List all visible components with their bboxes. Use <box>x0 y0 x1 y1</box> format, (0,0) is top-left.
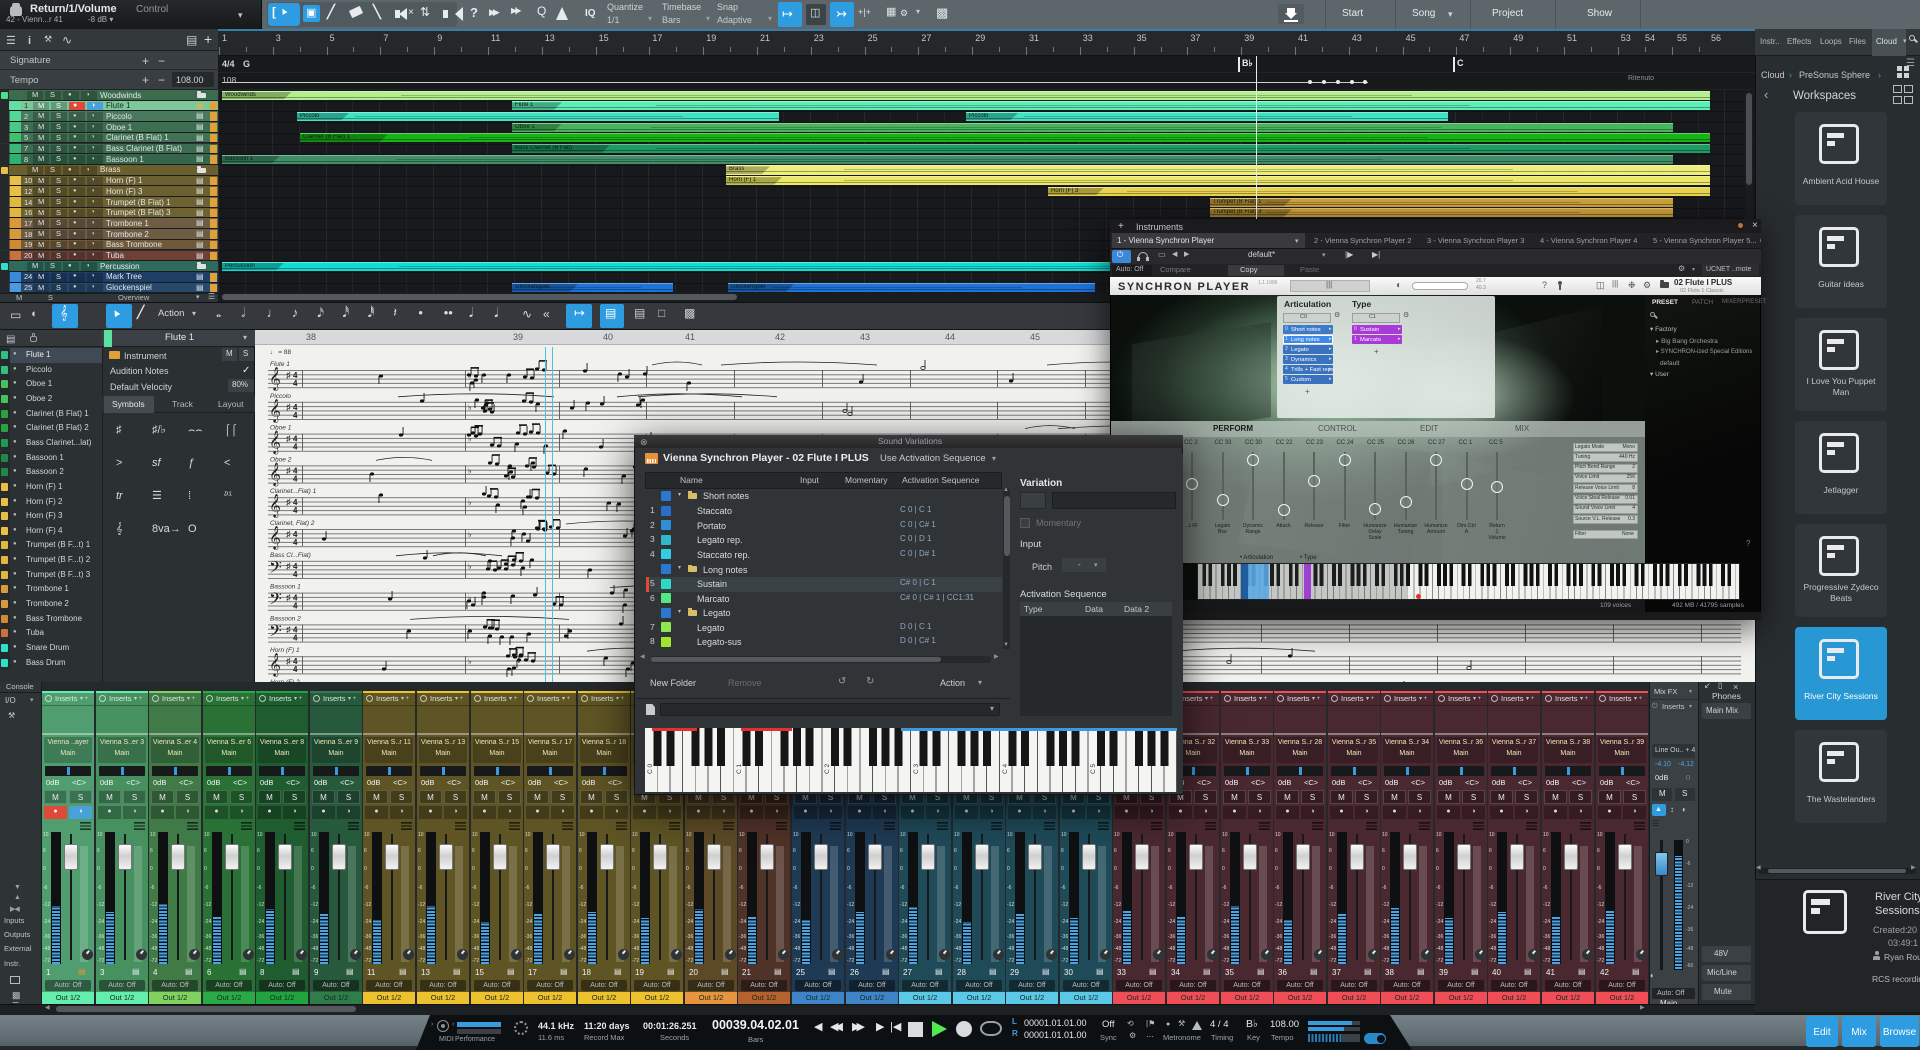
svg-text:Oboe 2: Oboe 2 <box>270 456 292 463</box>
svg-text:𝄞: 𝄞 <box>269 463 281 486</box>
svg-text:4: 4 <box>293 570 298 579</box>
svg-text:♯: ♯ <box>286 402 291 412</box>
svg-text:4: 4 <box>293 443 298 452</box>
svg-text:4: 4 <box>293 538 298 547</box>
svg-text:♯: ♯ <box>286 656 291 666</box>
svg-text:♯: ♯ <box>286 624 291 634</box>
svg-text:𝄢: 𝄢 <box>269 559 282 581</box>
svg-text:𝄞: 𝄞 <box>269 400 281 423</box>
svg-text:4: 4 <box>293 379 298 388</box>
svg-text:𝄞: 𝄞 <box>269 495 281 518</box>
svg-text:Bassoon 1: Bassoon 1 <box>270 584 301 591</box>
svg-text:𝄞: 𝄞 <box>269 527 281 550</box>
svg-text:♭: ♭ <box>468 562 472 571</box>
svg-text:♯: ♯ <box>286 465 291 475</box>
svg-text:4: 4 <box>293 633 298 642</box>
svg-text:♭: ♭ <box>468 657 472 666</box>
svg-text:Horn (F) 1: Horn (F) 1 <box>270 647 300 654</box>
svg-text:♯: ♯ <box>286 561 291 571</box>
svg-text:♯: ♯ <box>286 593 291 603</box>
svg-text:Clarinet...Flat) 1: Clarinet...Flat) 1 <box>270 488 317 495</box>
svg-text:♭: ♭ <box>468 498 472 507</box>
svg-text:♭: ♭ <box>468 530 472 539</box>
svg-text:4: 4 <box>293 474 298 483</box>
svg-text:♭: ♭ <box>468 466 472 475</box>
svg-text:Bass Cl...Flat): Bass Cl...Flat) <box>270 552 311 559</box>
svg-text:Clarinet, Flat) 2: Clarinet, Flat) 2 <box>270 520 315 527</box>
svg-text:♭: ♭ <box>468 403 472 412</box>
svg-text:Oboe 1: Oboe 1 <box>270 425 292 432</box>
svg-text:4: 4 <box>293 411 298 420</box>
svg-text:𝄞: 𝄞 <box>269 368 281 391</box>
svg-text:𝄢: 𝄢 <box>269 622 282 644</box>
svg-text:4: 4 <box>293 506 298 515</box>
svg-text:♯: ♯ <box>286 497 291 507</box>
svg-text:♯: ♯ <box>286 434 291 444</box>
svg-text:𝄞: 𝄞 <box>269 654 281 677</box>
svg-text:Piccolo: Piccolo <box>270 393 291 400</box>
svg-text:4: 4 <box>293 665 298 674</box>
svg-text:Bassoon 2: Bassoon 2 <box>270 615 301 622</box>
svg-text:4: 4 <box>293 602 298 611</box>
svg-text:♯: ♯ <box>286 529 291 539</box>
svg-text:♯: ♯ <box>286 370 291 380</box>
svg-text:𝄢: 𝄢 <box>269 591 282 613</box>
svg-text:Flute 1: Flute 1 <box>270 361 290 368</box>
svg-text:𝄞: 𝄞 <box>269 432 281 455</box>
